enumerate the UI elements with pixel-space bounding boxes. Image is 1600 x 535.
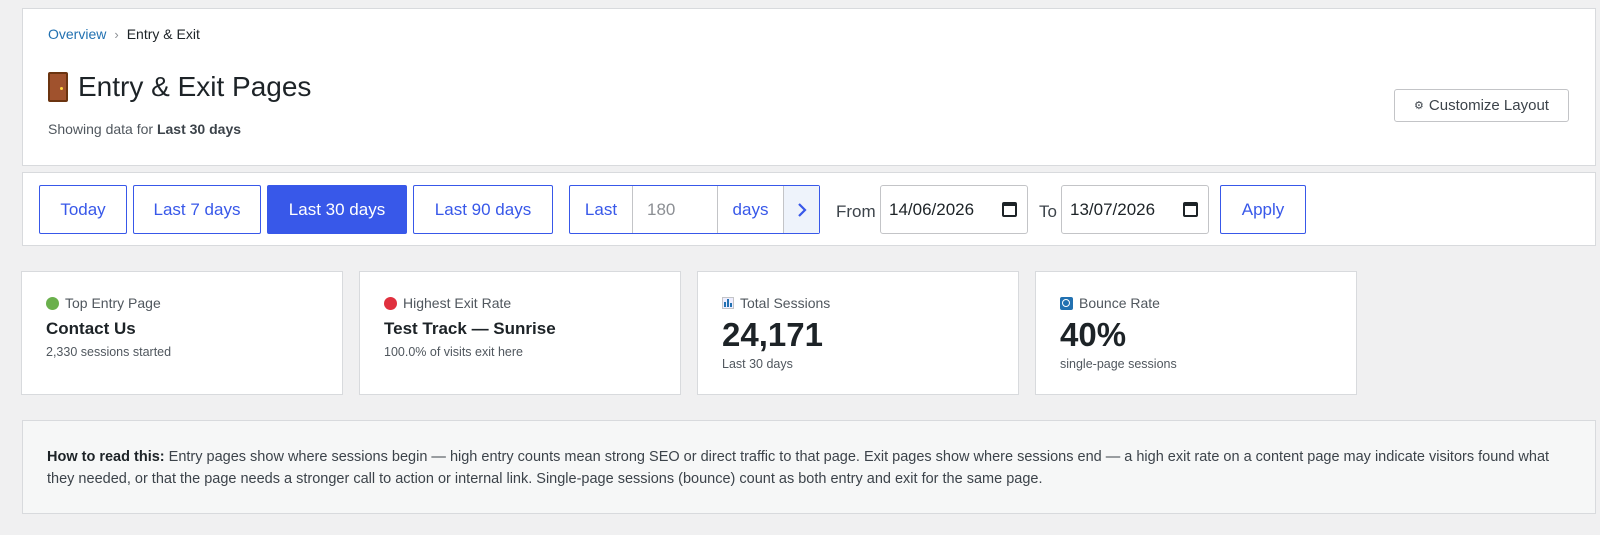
apply-button[interactable]: Apply [1220,185,1306,234]
stat-label-text: Top Entry Page [65,295,161,311]
page-title-text: Entry & Exit Pages [78,71,312,102]
breadcrumb-link-overview[interactable]: Overview [48,26,106,42]
bounce-icon [1060,296,1073,310]
range-today-button[interactable]: Today [39,185,127,234]
from-date-input[interactable]: 14/06/2026 [880,185,1028,234]
stat-value: Test Track — Sunrise [384,319,556,338]
stat-value: 40% [1060,316,1127,353]
to-label: To [1039,202,1057,221]
page-subtitle: Showing data for Last 30 days [48,121,241,137]
date-filter-bar: Today Last 7 days Last 30 days Last 90 d… [22,172,1596,246]
note-heading: How to read this: [47,449,165,465]
stat-subtext: 100.0% of visits exit here [384,345,523,359]
stat-card-top-entry: Top Entry Page Contact Us 2,330 sessions… [21,271,343,395]
stat-label: Top Entry Page [46,295,161,311]
note-body: Entry pages show where sessions begin — … [47,449,1550,487]
stat-card-bounce-rate: Bounce Rate 40% single-page sessions [1035,271,1357,395]
stat-card-highest-exit: Highest Exit Rate Test Track — Sunrise 1… [359,271,681,395]
custom-range-prefix: Last [570,186,633,233]
chevron-right-icon [797,202,807,217]
range-last-30-days-button[interactable]: Last 30 days [267,185,407,234]
from-date-value: 14/06/2026 [889,199,975,219]
range-last-7-days-button[interactable]: Last 7 days [133,185,261,234]
gear-icon: ⚙ [1414,100,1424,112]
breadcrumb-current: Entry & Exit [126,26,200,42]
stat-card-total-sessions: Total Sessions 24,171 Last 30 days [697,271,1019,395]
stat-label: Total Sessions [722,295,830,311]
customize-layout-button[interactable]: ⚙ Customize Layout [1394,89,1569,122]
red-circle-icon [384,296,397,310]
stat-subtext: Last 30 days [722,357,793,371]
stat-label-text: Highest Exit Rate [403,295,512,311]
stat-subtext: single-page sessions [1060,357,1177,371]
from-label: From [836,202,876,221]
door-icon [48,72,68,102]
calendar-icon[interactable] [1183,202,1198,217]
breadcrumb: Overview › Entry & Exit [48,26,200,42]
subtitle-range: Last 30 days [156,121,242,137]
stat-label-text: Bounce Rate [1079,295,1160,311]
how-to-read-note: How to read this: Entry pages show where… [22,420,1596,514]
stat-label: Bounce Rate [1060,295,1160,311]
green-circle-icon [46,296,59,310]
bar-chart-icon [722,297,734,309]
stat-value: Contact Us [46,319,136,338]
stat-label: Highest Exit Rate [384,295,511,311]
custom-range-group: Last 180 days [569,185,820,234]
custom-range-suffix: days [718,186,784,233]
to-date-value: 13/07/2026 [1070,199,1156,219]
custom-range-go-button[interactable] [784,186,819,233]
page-header: Overview › Entry & Exit Entry & Exit Pag… [22,8,1596,166]
customize-layout-label: Customize Layout [1428,97,1549,114]
to-date-input[interactable]: 13/07/2026 [1061,185,1209,234]
stat-value: 24,171 [722,316,823,353]
range-last-90-days-button[interactable]: Last 90 days [413,185,553,234]
breadcrumb-separator: › [114,26,119,42]
stat-subtext: 2,330 sessions started [46,345,172,359]
custom-range-days-input[interactable]: 180 [633,186,718,233]
page-title: Entry & Exit Pages [48,71,311,103]
calendar-icon[interactable] [1002,202,1017,217]
subtitle-prefix: Showing data for [48,121,154,137]
stat-label-text: Total Sessions [740,295,831,311]
